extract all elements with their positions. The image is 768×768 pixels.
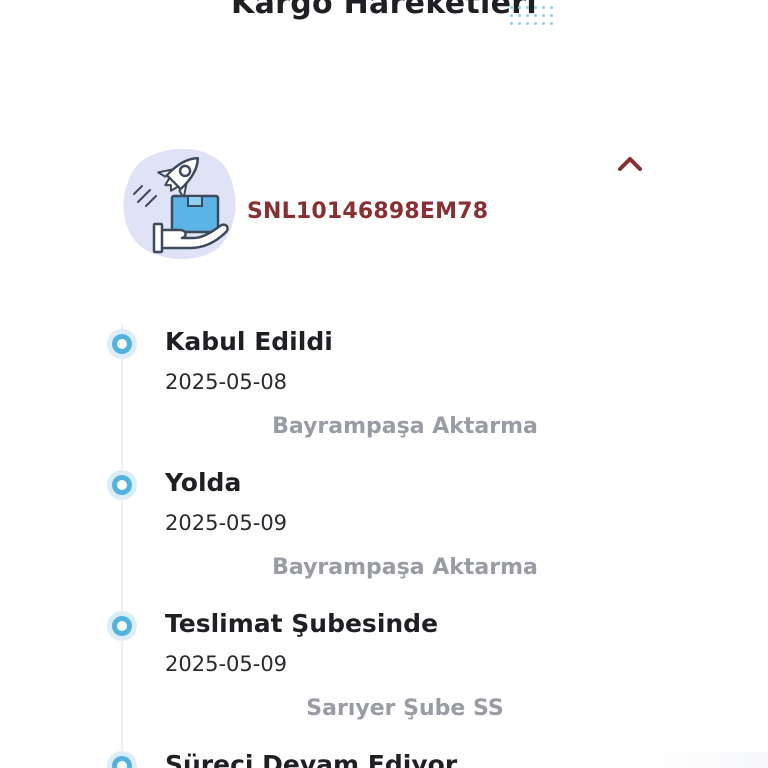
timeline-date: 2025-05-09: [165, 511, 288, 535]
timeline-date: 2025-05-09: [165, 652, 288, 676]
timeline-location: Bayrampaşa Aktarma: [272, 414, 538, 439]
timeline-status: Yolda: [165, 468, 242, 497]
title-decoration-dots: [506, 0, 556, 30]
timeline-dot: [107, 329, 137, 359]
timeline-status: Süreci Devam Ediyor: [165, 750, 458, 768]
cargo-tracking-page: Kargo Hareketleri SNL10146898EM78 Kabul …: [0, 0, 768, 768]
bottom-fade: [640, 752, 768, 768]
timeline-location: Sarıyer Şube SS: [306, 696, 504, 721]
timeline-dot: [107, 751, 137, 768]
timeline-line: [121, 324, 123, 768]
timeline-dot: [107, 611, 137, 641]
collapse-toggle-button[interactable]: [612, 148, 648, 180]
timeline-date: 2025-05-08: [165, 370, 288, 394]
timeline-location: Bayrampaşa Aktarma: [272, 555, 538, 580]
timeline-dot: [107, 470, 137, 500]
timeline-status: Kabul Edildi: [165, 327, 333, 356]
timeline-status: Teslimat Şubesinde: [165, 609, 439, 638]
rocket-package-hand-icon: [120, 144, 240, 264]
page-title: Kargo Hareketleri: [231, 0, 537, 21]
tracking-number: SNL10146898EM78: [247, 199, 489, 224]
chevron-up-icon: [618, 157, 642, 171]
